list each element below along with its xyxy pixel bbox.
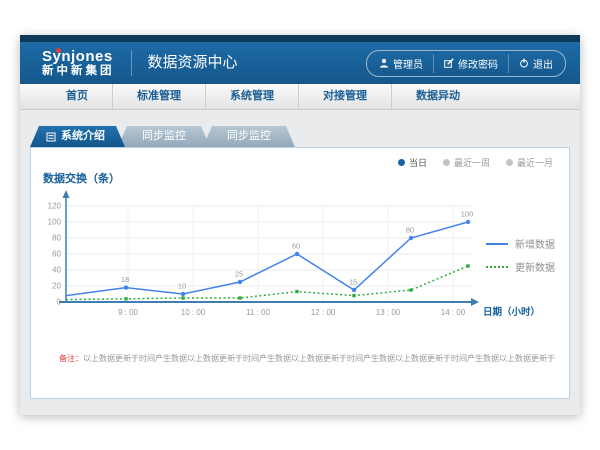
x-tick-label: 13 : 00 <box>376 308 401 317</box>
document-icon <box>46 132 56 142</box>
y-tick-label: 100 <box>48 218 62 227</box>
brand-logo: Synjones 新中新集团 <box>42 49 115 77</box>
logo-text: Synjones <box>42 49 115 65</box>
power-icon <box>519 58 529 68</box>
content-panel: 当日 最近一周 最近一月 数据交换（条） 0204060801001209 : … <box>30 147 570 399</box>
edit-icon <box>444 58 454 68</box>
x-tick-label: 12 : 00 <box>311 308 336 317</box>
data-point <box>352 294 355 297</box>
data-point-label: 60 <box>292 242 300 251</box>
y-tick-label: 60 <box>52 250 61 259</box>
tab-label: 同步监控 <box>227 126 271 147</box>
app-header: Synjones 新中新集团 数据资源中心 管理员 修改密码 <box>20 42 580 84</box>
chart-x-axis-title: 日期（小时） <box>483 306 540 318</box>
logout-button[interactable]: 退出 <box>508 54 563 73</box>
nav-item-standards-management[interactable]: 标准管理 <box>112 84 205 109</box>
data-point <box>124 297 127 300</box>
nav-item-data-changes[interactable]: 数据异动 <box>391 84 484 109</box>
footnote-text: 以上数据更新于时间产生数据以上数据更新于时间产生数据以上数据更新于时间产生数据以… <box>83 354 555 363</box>
data-point <box>409 288 412 291</box>
tab-label: 系统介绍 <box>61 126 105 147</box>
chart-legend: 新增数据 更新数据 <box>486 236 555 282</box>
y-axis-arrow <box>63 190 70 198</box>
radio-dot-icon <box>443 159 450 166</box>
radio-dot-icon <box>398 159 405 166</box>
change-password-button[interactable]: 修改密码 <box>433 54 508 73</box>
data-point <box>181 292 185 296</box>
logo-subtext: 新中新集团 <box>42 65 115 77</box>
data-point <box>409 236 413 240</box>
radio-last-week[interactable]: 最近一周 <box>443 156 490 169</box>
legend-item-updated-data: 更新数据 <box>486 259 555 274</box>
x-tick-label: 11 : 00 <box>246 308 270 317</box>
change-password-label: 修改密码 <box>458 56 498 71</box>
main-nav: 首页 标准管理 系统管理 对接管理 数据异动 <box>20 84 580 110</box>
time-range-filter: 当日 最近一周 最近一月 <box>398 156 553 169</box>
footnote: 备注：以上数据更新于时间产生数据以上数据更新于时间产生数据以上数据更新于时间产生… <box>59 353 555 364</box>
radio-label: 当日 <box>409 156 427 169</box>
data-point-label: 15 <box>349 278 357 287</box>
x-tick-label: 9 : 00 <box>118 308 139 317</box>
top-strip <box>20 35 580 42</box>
data-point-label: 100 <box>461 210 474 219</box>
x-tick-label: 14 : 00 <box>441 308 466 317</box>
radio-today[interactable]: 当日 <box>398 156 427 169</box>
legend-label: 更新数据 <box>515 259 555 274</box>
user-button[interactable]: 管理员 <box>369 54 433 73</box>
data-point <box>124 285 128 289</box>
tab-bar: 系统介绍 同步监控 同步监控 <box>30 125 580 147</box>
nav-item-system-management[interactable]: 系统管理 <box>205 84 298 109</box>
legend-item-new-data: 新增数据 <box>486 236 555 251</box>
data-point <box>295 290 298 293</box>
y-tick-label: 80 <box>52 234 61 243</box>
user-label: 管理员 <box>393 56 423 71</box>
footnote-prefix: 备注： <box>59 354 83 363</box>
tab-label: 同步监控 <box>142 126 186 147</box>
tab-sync-monitor-1[interactable]: 同步监控 <box>118 126 210 147</box>
legend-swatch-dotted-line <box>486 266 508 268</box>
data-point <box>466 264 469 267</box>
data-point <box>238 280 242 284</box>
radio-last-month[interactable]: 最近一月 <box>506 156 553 169</box>
x-axis-arrow <box>471 298 479 306</box>
nav-item-home[interactable]: 首页 <box>42 84 112 109</box>
radio-dot-icon <box>506 159 513 166</box>
data-point-label: 10 <box>178 282 186 291</box>
legend-swatch-solid-line <box>486 243 508 245</box>
data-point-label: 18 <box>121 275 129 284</box>
tab-system-intro[interactable]: 系统介绍 <box>30 126 125 147</box>
user-menu: 管理员 修改密码 退出 <box>366 50 566 77</box>
y-tick-label: 40 <box>52 266 61 275</box>
nav-item-integration-management[interactable]: 对接管理 <box>298 84 391 109</box>
tab-sync-monitor-2[interactable]: 同步监控 <box>203 126 295 147</box>
data-point-label: 25 <box>235 270 243 279</box>
app-window: Synjones 新中新集团 数据资源中心 管理员 修改密码 <box>20 35 580 415</box>
radio-label: 最近一周 <box>454 156 490 169</box>
y-tick-label: 20 <box>52 282 61 291</box>
person-icon <box>379 58 389 68</box>
page-title: 数据资源中心 <box>131 50 238 76</box>
content-area: 系统介绍 同步监控 同步监控 当日 最近一周 <box>20 110 580 399</box>
data-point <box>181 296 184 299</box>
data-point <box>466 220 470 224</box>
data-point <box>238 296 241 299</box>
data-point <box>352 288 356 292</box>
logout-label: 退出 <box>533 56 553 71</box>
data-point <box>295 252 299 256</box>
x-tick-label: 10 : 00 <box>181 308 206 317</box>
legend-label: 新增数据 <box>515 236 555 251</box>
y-tick-label: 120 <box>48 202 62 211</box>
data-point-label: 80 <box>406 226 414 235</box>
radio-label: 最近一月 <box>517 156 553 169</box>
chart-y-axis-title: 数据交换（条） <box>43 170 120 186</box>
